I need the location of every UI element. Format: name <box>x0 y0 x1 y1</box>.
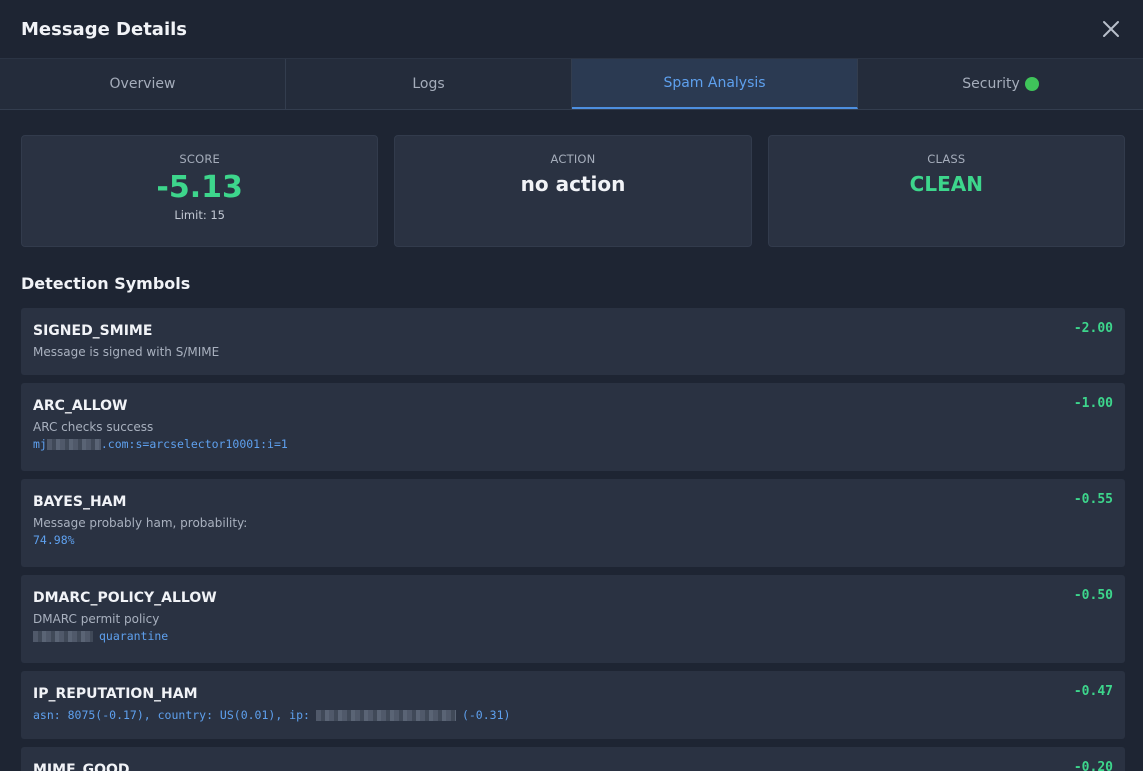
symbol-description: Message is signed with S/MIME <box>33 345 220 359</box>
redacted-block <box>33 630 93 642</box>
symbol-name: ARC_ALLOW <box>33 398 128 414</box>
option-text: quarantine <box>99 629 169 643</box>
symbol-score: -1.00 <box>1073 396 1113 411</box>
symbol-score: -0.47 <box>1073 684 1113 699</box>
redacted-block <box>46 438 101 450</box>
tab-label: Spam Analysis <box>663 75 766 91</box>
symbol-option: 74.98% <box>33 533 75 547</box>
action-value: no action <box>520 172 626 196</box>
close-icon[interactable] <box>1099 17 1123 41</box>
symbol-score: -0.50 <box>1073 588 1113 603</box>
score-value: -5.13 <box>156 170 243 205</box>
score-label: SCORE <box>179 152 220 166</box>
tab-bar: Overview Logs Spam Analysis Security <box>0 59 1143 110</box>
symbol-option: asn: 8075(-0.17), country: US(0.01), ip:… <box>33 708 1113 722</box>
redacted-block <box>315 709 456 721</box>
option-text: mj <box>33 437 47 451</box>
action-label: ACTION <box>550 152 596 166</box>
symbol-item: BAYES_HAM Message probably ham, probabil… <box>21 479 1125 567</box>
symbol-item: ARC_ALLOW ARC checks success mj .com:s=ar… <box>21 383 1125 471</box>
symbol-item: SIGNED_SMIME Message is signed with S/MI… <box>21 308 1125 375</box>
symbol-score: -2.00 <box>1073 321 1113 336</box>
message-details-modal: Message Details Overview Logs Spam Analy… <box>0 0 1143 771</box>
symbol-item: MIME_GOOD -0.20 <box>21 747 1125 771</box>
symbol-name: IP_REPUTATION_HAM <box>33 686 198 702</box>
class-value: CLEAN <box>909 172 983 196</box>
spam-analysis-panel: SCORE -5.13 Limit: 15 ACTION no action C… <box>0 110 1143 771</box>
symbol-score: -0.20 <box>1073 760 1113 771</box>
option-text: .com:s=arcselector10001:i=1 <box>100 437 288 451</box>
modal-title: Message Details <box>21 18 188 40</box>
score-card: SCORE -5.13 Limit: 15 <box>21 135 379 247</box>
symbol-option: mj .com:s=arcselector10001:i=1 <box>33 437 1113 451</box>
symbol-name: BAYES_HAM <box>33 494 127 510</box>
action-card: ACTION no action <box>394 135 752 247</box>
option-text: asn: 8075(-0.17), country: US(0.01), ip: <box>33 708 310 722</box>
symbol-name: SIGNED_SMIME <box>33 323 153 339</box>
symbol-name: DMARC_POLICY_ALLOW <box>33 590 217 606</box>
tab-label: Logs <box>412 76 445 92</box>
symbol-description: ARC checks success <box>33 420 154 434</box>
symbol-name: MIME_GOOD <box>33 762 130 771</box>
tab-spam-analysis[interactable]: Spam Analysis <box>572 59 858 109</box>
symbol-score: -0.55 <box>1073 492 1113 507</box>
tab-label: Security <box>962 76 1020 92</box>
symbol-description: DMARC permit policy <box>33 612 160 626</box>
score-limit: Limit: 15 <box>174 208 225 222</box>
symbol-description: Message probably ham, probability: <box>33 516 248 530</box>
symbol-option: quarantine <box>33 629 1113 643</box>
symbol-list: SIGNED_SMIME Message is signed with S/MI… <box>21 308 1125 771</box>
class-label: CLASS <box>927 152 966 166</box>
tab-label: Overview <box>109 76 176 92</box>
tab-logs[interactable]: Logs <box>286 59 572 109</box>
tab-overview[interactable]: Overview <box>0 59 286 109</box>
symbol-item: IP_REPUTATION_HAM asn: 8075(-0.17), coun… <box>21 671 1125 739</box>
class-card: CLASS CLEAN <box>767 135 1125 247</box>
tab-security[interactable]: Security <box>858 59 1143 109</box>
option-text: (-0.31) <box>461 708 511 722</box>
section-title: Detection Symbols <box>21 274 191 293</box>
modal-header: Message Details <box>0 0 1143 59</box>
symbol-item: DMARC_POLICY_ALLOW DMARC permit policy q… <box>21 575 1125 663</box>
green-circle-icon <box>1024 77 1039 91</box>
summary-cards: SCORE -5.13 Limit: 15 ACTION no action C… <box>21 135 1125 247</box>
